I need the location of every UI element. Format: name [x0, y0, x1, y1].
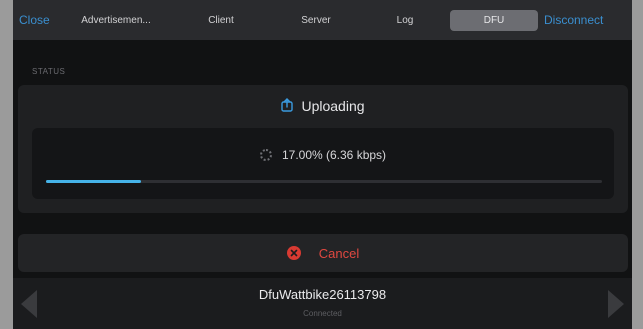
cancel-button[interactable]: Cancel [18, 234, 628, 272]
progress-card: 17.00% (6.36 kbps) [32, 128, 614, 199]
disconnect-button[interactable]: Disconnect [544, 10, 630, 31]
device-connection-state: Connected [303, 309, 342, 318]
app-window: Close Advertisemen... Client Server Log … [13, 0, 632, 329]
status-section-label: STATUS [32, 67, 66, 76]
tab-server[interactable]: Server [268, 10, 364, 31]
next-device-arrow-icon[interactable] [608, 290, 624, 318]
tab-client[interactable]: Client [173, 10, 269, 31]
upload-icon [281, 97, 294, 115]
top-bar: Close Advertisemen... Client Server Log … [13, 0, 632, 40]
progress-text: 17.00% (6.36 kbps) [281, 148, 387, 162]
cancel-x-icon [286, 246, 301, 260]
device-bar: DfuWattbike26113798 Connected [13, 278, 632, 329]
cancel-label: Cancel [318, 245, 360, 261]
close-button[interactable]: Close [19, 10, 63, 31]
tab-advertisement[interactable]: Advertisemen... [68, 10, 164, 31]
status-card: Uploading 17.00% (6.36 kbps) [18, 85, 628, 213]
device-name: DfuWattbike26113798 [258, 287, 387, 302]
status-state-row: Uploading [18, 93, 628, 119]
tab-log[interactable]: Log [357, 10, 453, 31]
progress-bar-fill [46, 180, 141, 183]
tab-dfu[interactable]: DFU [450, 10, 538, 31]
progress-bar [46, 180, 602, 183]
spinner-icon [259, 149, 272, 161]
status-state-text: Uploading [301, 98, 365, 114]
progress-row: 17.00% (6.36 kbps) [32, 146, 614, 164]
